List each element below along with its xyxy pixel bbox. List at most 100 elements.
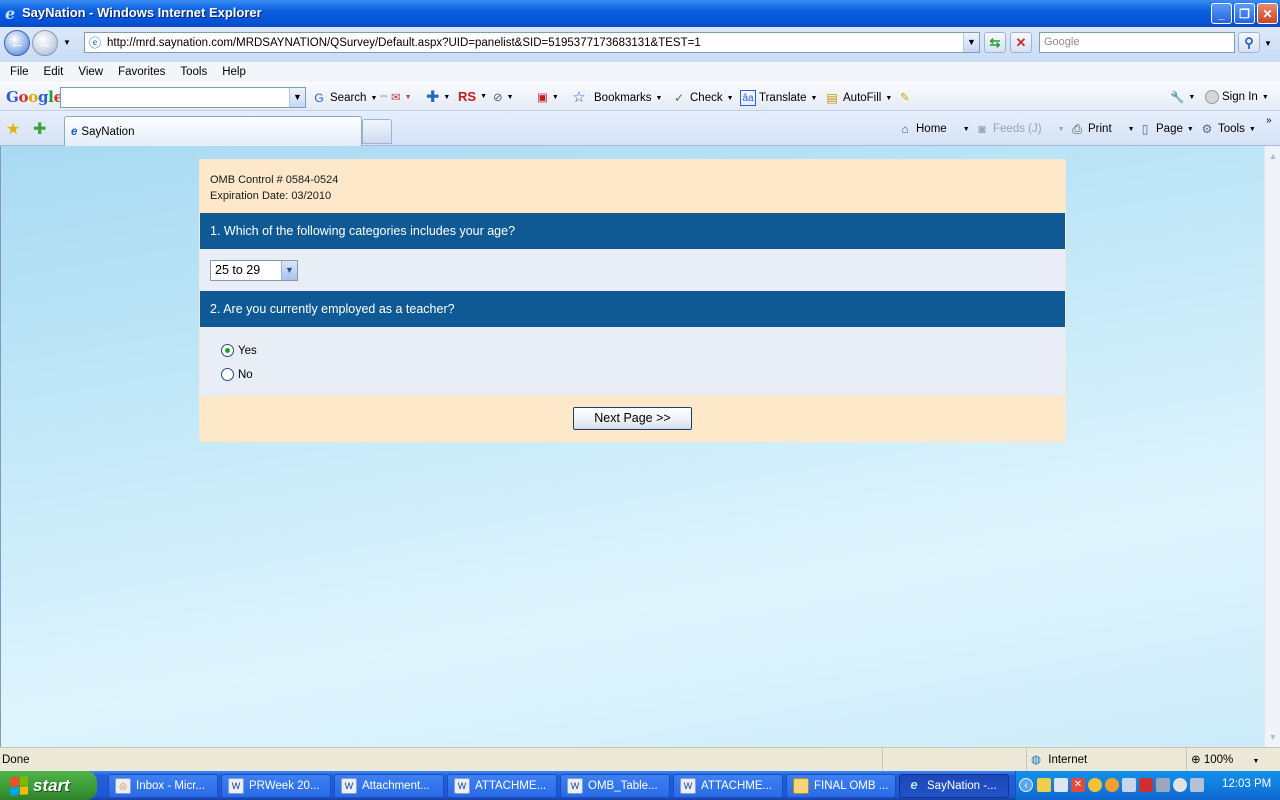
- age-select[interactable]: 25 to 29 ▼: [210, 260, 298, 281]
- google-toolbar: Google ▼ G Search ▼ ⇔ ✉ ▼ ✚ ▼ RS ▼ ⊘ ▼ ▣ ▼ ☆ B…: [0, 82, 1280, 111]
- toolbar-divider-icon: ⇔: [378, 90, 390, 102]
- task-attachme-2[interactable]: W ATTACHME...: [673, 774, 783, 798]
- plus-icon[interactable]: ✚ ▼: [426, 87, 450, 107]
- google-search-button[interactable]: G Search ▼: [311, 90, 377, 106]
- tab-saynation[interactable]: e SayNation: [64, 116, 362, 146]
- tray-security-icon[interactable]: ✕: [1071, 778, 1085, 792]
- task-prweek[interactable]: W PRWeek 20...: [221, 774, 331, 798]
- tray-clock-icon[interactable]: [1173, 778, 1187, 792]
- zoom-level: 100%: [1203, 754, 1234, 766]
- clock[interactable]: 12:03 PM: [1222, 778, 1271, 790]
- security-zone[interactable]: ◍ Internet: [1026, 748, 1186, 772]
- zoom-icon: ⊕: [1191, 754, 1201, 766]
- question-1-header: 1. Which of the following categories inc…: [200, 213, 1065, 249]
- radio-yes-button[interactable]: [221, 344, 234, 357]
- task-label: Inbox - Micr...: [136, 780, 206, 792]
- popup-blocker-icon[interactable]: ✉ ▼: [391, 90, 412, 104]
- autofill-button[interactable]: ▤ AutoFill ▼: [824, 90, 892, 106]
- vertical-scrollbar[interactable]: ▲ ▼: [1264, 146, 1280, 747]
- radio-no-button[interactable]: [221, 368, 234, 381]
- menu-tools[interactable]: Tools: [180, 66, 207, 78]
- tray-messenger-icon[interactable]: [1088, 778, 1102, 792]
- wrench-icon[interactable]: 🔧 ▼: [1170, 90, 1195, 104]
- radio-no[interactable]: No: [221, 368, 253, 381]
- address-field[interactable]: ⓔ http://mrd.saynation.com/MRDSAYNATION/…: [84, 32, 980, 53]
- bookmarks-button[interactable]: ☆ Bookmarks ▼: [571, 90, 662, 106]
- age-select-value: 25 to 29: [215, 263, 261, 277]
- tray-mail-icon[interactable]: [1037, 778, 1051, 792]
- chevron-down-icon[interactable]: ▼: [963, 33, 979, 52]
- address-url[interactable]: http://mrd.saynation.com/MRDSAYNATION/QS…: [107, 37, 963, 49]
- next-page-button[interactable]: Next Page >>: [573, 407, 692, 430]
- highlighter-icon[interactable]: ✎: [900, 90, 910, 104]
- chevron-down-icon[interactable]: ▼: [289, 88, 305, 107]
- task-final-omb[interactable]: FINAL OMB ...: [786, 774, 896, 798]
- sign-in-button[interactable]: Sign In ▼: [1205, 90, 1269, 104]
- task-attachment[interactable]: W Attachment...: [334, 774, 444, 798]
- question-1-body: 25 to 29 ▼: [200, 249, 1065, 292]
- ie-logo-icon: e: [4, 4, 20, 23]
- search-icon[interactable]: ⚲: [1238, 32, 1260, 53]
- refresh-button[interactable]: ⇆: [984, 32, 1006, 53]
- new-tab-button[interactable]: [362, 119, 392, 144]
- stop-button[interactable]: ✕: [1010, 32, 1032, 53]
- page-menu-button[interactable]: ▯ Page ▼: [1137, 121, 1194, 137]
- rs-icon[interactable]: RS ▼: [458, 89, 487, 104]
- page-rank-icon[interactable]: ▣ ▼: [537, 90, 559, 104]
- minimize-button[interactable]: _: [1211, 3, 1232, 24]
- tray-volume-icon[interactable]: [1190, 778, 1204, 792]
- zoom-control[interactable]: ⊕ 100% ▼: [1186, 748, 1280, 772]
- tray-lang-icon[interactable]: [1122, 778, 1136, 792]
- search-input[interactable]: Google: [1039, 32, 1235, 53]
- task-attachme-1[interactable]: W ATTACHME...: [447, 774, 557, 798]
- scroll-down-icon[interactable]: ▼: [1266, 730, 1280, 744]
- menu-file[interactable]: File: [10, 66, 29, 78]
- chevron-down-icon[interactable]: ▼: [281, 261, 297, 280]
- chevron-more-icon[interactable]: »: [1266, 115, 1272, 126]
- home-button[interactable]: ⌂ Home ▼: [897, 121, 969, 137]
- word-doc-icon: W: [680, 778, 696, 794]
- question-2-header: 2. Are you currently employed as a teach…: [200, 291, 1065, 327]
- link-icon[interactable]: ⊘ ▼: [493, 90, 514, 104]
- tray-display-icon[interactable]: [1156, 778, 1170, 792]
- scroll-up-icon[interactable]: ▲: [1266, 149, 1280, 163]
- question-2-body: Yes No: [200, 327, 1065, 397]
- print-label: Print: [1088, 123, 1112, 135]
- home-label: Home: [916, 123, 947, 135]
- google-logo: Google: [6, 88, 63, 106]
- forward-button[interactable]: →: [32, 30, 58, 56]
- svg-text:e: e: [5, 5, 15, 21]
- spell-check-button[interactable]: ✓ Check ▼: [671, 90, 734, 106]
- add-favorite-icon[interactable]: ✚: [33, 119, 46, 139]
- restore-button[interactable]: ❐: [1234, 3, 1255, 24]
- menu-favorites[interactable]: Favorites: [118, 66, 165, 78]
- search-options-icon[interactable]: ▼: [1264, 39, 1272, 48]
- tray-network-icon[interactable]: [1054, 778, 1068, 792]
- bookmarks-label: Bookmarks: [594, 92, 652, 104]
- page-viewport: OMB Control # 0584-0524 Expiration Date:…: [0, 146, 1264, 747]
- history-dropdown-icon[interactable]: ▼: [63, 38, 71, 47]
- task-inbox[interactable]: ◎ Inbox - Micr...: [108, 774, 218, 798]
- print-button[interactable]: ⎙ Print ▼: [1069, 121, 1134, 137]
- back-button[interactable]: ←: [4, 30, 30, 56]
- tray-flag-icon[interactable]: [1139, 778, 1153, 792]
- google-g-icon: G: [314, 91, 324, 105]
- menu-bar: File Edit View Favorites Tools Help: [0, 62, 1280, 82]
- tools-menu-button[interactable]: ⚙ Tools ▼: [1199, 121, 1256, 137]
- favorites-star-icon[interactable]: ★: [6, 119, 20, 139]
- menu-edit[interactable]: Edit: [44, 66, 64, 78]
- task-label: ATTACHME...: [475, 780, 547, 792]
- translate-button[interactable]: âa Translate ▼: [740, 90, 817, 106]
- tray-expand-icon[interactable]: ‹: [1019, 778, 1033, 792]
- feeds-button[interactable]: ◙ Feeds (J) ▼: [974, 121, 1064, 137]
- task-saynation[interactable]: e SayNation -...: [899, 774, 1009, 798]
- tray-app-icon[interactable]: [1105, 778, 1119, 792]
- menu-help[interactable]: Help: [222, 66, 246, 78]
- menu-view[interactable]: View: [78, 66, 103, 78]
- home-icon: ⌂: [901, 122, 909, 136]
- radio-yes[interactable]: Yes: [221, 344, 257, 357]
- close-button[interactable]: ✕: [1257, 3, 1278, 24]
- task-omb-table[interactable]: W OMB_Table...: [560, 774, 670, 798]
- start-button[interactable]: start: [0, 771, 97, 800]
- google-search-input[interactable]: ▼: [60, 87, 306, 108]
